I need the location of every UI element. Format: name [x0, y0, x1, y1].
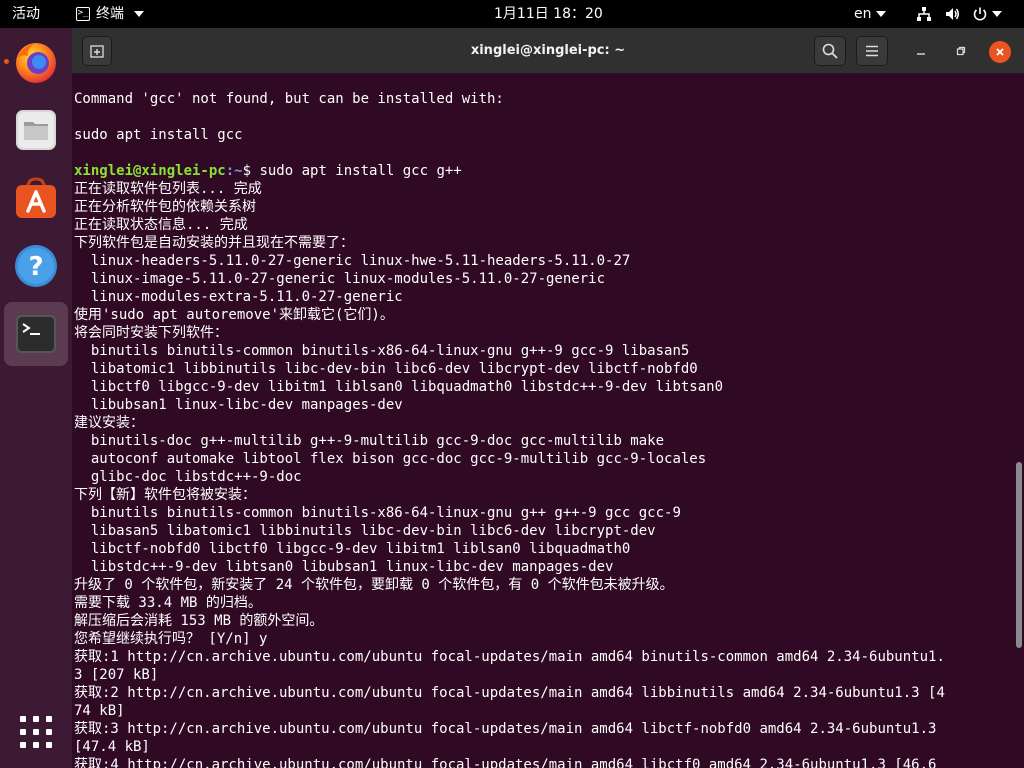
terminal-area[interactable]: Command 'gcc' not found, but can be inst…: [74, 90, 1010, 768]
terminal-line: libctf0 libgcc-9-dev libitm1 liblsan0 li…: [74, 379, 724, 395]
terminal-line: 下列【新】软件包将被安装：: [74, 487, 256, 503]
minimize-icon: [917, 53, 925, 55]
terminal-line: Command 'gcc' not found, but can be inst…: [74, 91, 504, 107]
system-menu[interactable]: [916, 0, 1002, 28]
prompt-symbol: $: [242, 163, 260, 179]
terminal-line: libstdc++-9-dev libtsan0 libubsan1 linux…: [74, 559, 614, 575]
terminal-line: 正在读取状态信息... 完成: [74, 217, 248, 233]
terminal-line: libctf-nobfd0 libctf0 libgcc-9-dev libit…: [74, 541, 631, 557]
menu-button[interactable]: [856, 36, 888, 66]
terminal-icon: [16, 315, 56, 353]
volume-icon: [946, 8, 959, 20]
terminal-line: sudo apt install gcc: [74, 127, 243, 143]
terminal-line: libatomic1 libbinutils libc-dev-bin libc…: [74, 361, 698, 377]
terminal-line: autoconf automake libtool flex bison gcc…: [74, 451, 707, 467]
hamburger-menu-icon: [866, 45, 878, 57]
search-button[interactable]: [814, 36, 846, 66]
show-apps-button[interactable]: [4, 700, 68, 764]
output-before-command: Command 'gcc' not found, but can be inst…: [74, 90, 1010, 162]
output-after-command: 正在读取软件包列表... 完成 正在分析软件包的依赖关系树 正在读取状态信息... …: [74, 180, 1010, 768]
terminal-line: 获取:3 http://cn.archive.ubuntu.com/ubuntu…: [74, 721, 937, 737]
header-bar[interactable]: xinglei@xinglei-pc: ~: [72, 28, 1024, 74]
terminal-line: linux-headers-5.11.0-27-generic linux-hw…: [74, 253, 631, 269]
restore-icon: [956, 46, 966, 56]
app-menu[interactable]: >_ 终端: [76, 0, 144, 28]
terminal-line: 需要下载 33.4 MB 的归档。: [74, 595, 262, 611]
prompt-user: xinglei@xinglei-pc: [74, 163, 226, 179]
terminal-line: 使用'sudo apt autoremove'来卸载它(它们)。: [74, 307, 394, 323]
chevron-down-icon: [992, 11, 1002, 17]
terminal-line: linux-modules-extra-5.11.0-27-generic: [74, 289, 403, 305]
chevron-down-icon: [875, 11, 886, 17]
terminal-line: 建议安装：: [74, 415, 144, 431]
help-icon: ?: [15, 245, 57, 287]
terminal-line: linux-image-5.11.0-27-generic linux-modu…: [74, 271, 606, 287]
dock-item-ubuntu-software[interactable]: [4, 166, 68, 230]
terminal-output: Command 'gcc' not found, but can be inst…: [74, 90, 1010, 768]
svg-text:?: ?: [28, 252, 43, 282]
firefox-icon: [16, 43, 56, 83]
scrollbar-thumb[interactable]: [1016, 462, 1022, 648]
terminal-line: 获取:4 http://cn.archive.ubuntu.com/ubuntu…: [74, 757, 937, 768]
terminal-line: 3 [207 kB]: [74, 667, 159, 683]
ubuntu-software-icon: [16, 177, 56, 218]
dock-item-files[interactable]: [4, 98, 68, 162]
power-icon: [973, 7, 987, 21]
terminal-window: xinglei@xinglei-pc: ~ Command 'gcc' not …: [72, 28, 1024, 768]
prompt-path: :~: [225, 163, 243, 179]
terminal-line: [47.4 kB]: [74, 739, 150, 755]
terminal-line: glibc-doc libstdc++-9-doc: [74, 469, 302, 485]
close-button[interactable]: [989, 41, 1011, 63]
app-menu-label: 终端: [96, 6, 124, 22]
terminal-line: 获取:2 http://cn.archive.ubuntu.com/ubuntu…: [74, 685, 945, 701]
chevron-down-icon: [134, 11, 144, 17]
terminal-line: 解压缩后会消耗 153 MB 的额外空间。: [74, 613, 324, 629]
terminal-line: binutils-doc g++-multilib g++-9-multilib…: [74, 433, 665, 449]
activities-button[interactable]: 活动: [12, 0, 40, 28]
terminal-line: binutils binutils-common binutils-x86-64…: [74, 505, 681, 521]
maximize-button[interactable]: [946, 36, 976, 66]
terminal-line: libubsan1 linux-libc-dev manpages-dev: [74, 397, 403, 413]
terminal-app-icon: >_: [76, 7, 90, 21]
terminal-line: 将会同时安装下列软件：: [74, 325, 228, 341]
show-apps-icon: [20, 716, 52, 748]
terminal-line: 正在读取软件包列表... 完成: [74, 181, 262, 197]
terminal-line: 74 kB]: [74, 703, 125, 719]
terminal-line: libasan5 libatomic1 libbinutils libc-dev…: [74, 523, 656, 539]
input-method-label: en: [854, 6, 872, 22]
terminal-line: 升级了 0 个软件包，新安装了 24 个软件包，要卸载 0 个软件包，有 0 个…: [74, 577, 674, 593]
top-bar: 活动 >_ 终端 1月11日 18：20 en: [0, 0, 1024, 28]
new-tab-button[interactable]: [82, 36, 112, 66]
minimize-button[interactable]: [906, 36, 936, 66]
dock-item-firefox[interactable]: [4, 30, 68, 94]
terminal-line: binutils binutils-common binutils-x86-64…: [74, 343, 690, 359]
close-icon: [996, 48, 1004, 56]
network-icon: [917, 7, 931, 21]
input-method-menu[interactable]: en: [854, 0, 886, 28]
terminal-line: 正在分析软件包的依赖关系树: [74, 199, 256, 215]
terminal-line: 获取:1 http://cn.archive.ubuntu.com/ubuntu…: [74, 649, 945, 665]
dock-item-help[interactable]: ?: [4, 234, 68, 298]
clock[interactable]: 1月11日 18：20: [494, 0, 603, 28]
terminal-line: 下列软件包是自动安装的并且现在不需要了：: [74, 235, 354, 251]
terminal-line: 您希望继续执行吗？ [Y/n] y: [74, 631, 268, 647]
search-icon: [822, 43, 838, 59]
command-text: sudo apt install gcc g++: [259, 163, 462, 179]
files-icon: [16, 110, 56, 150]
dock-item-terminal[interactable]: [4, 302, 68, 366]
prompt-line: xinglei@xinglei-pc:~$ sudo apt install g…: [74, 162, 1010, 180]
dock: ?: [0, 28, 72, 768]
new-tab-icon: [90, 45, 104, 58]
